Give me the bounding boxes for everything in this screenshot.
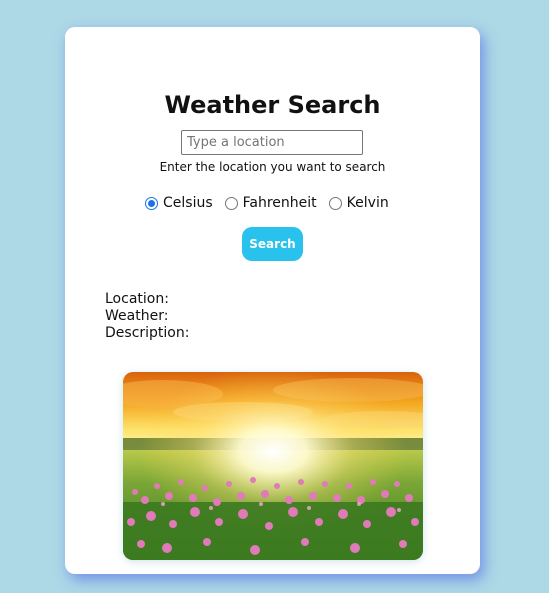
unit-option-celsius[interactable]: Celsius bbox=[145, 195, 213, 211]
weather-result: Weather: bbox=[105, 308, 169, 324]
description-result: Description: bbox=[105, 325, 190, 341]
fahrenheit-radio[interactable] bbox=[224, 196, 238, 210]
unit-option-kelvin[interactable]: Kelvin bbox=[328, 195, 389, 211]
unit-option-fahrenheit[interactable]: Fahrenheit bbox=[224, 195, 317, 211]
weather-card: Weather Search Enter the location you wa… bbox=[65, 27, 480, 574]
unit-selector: Celsius Fahrenheit Kelvin bbox=[145, 193, 401, 213]
fahrenheit-label: Fahrenheit bbox=[242, 195, 317, 211]
location-result: Location: bbox=[105, 291, 169, 307]
weather-results: Location: Weather: Description: bbox=[105, 291, 189, 342]
kelvin-label: Kelvin bbox=[346, 195, 389, 211]
location-hint: Enter the location you want to search bbox=[159, 160, 386, 174]
sunset-meadow-image bbox=[123, 372, 423, 560]
weather-image bbox=[123, 372, 423, 560]
search-button[interactable]: Search bbox=[242, 227, 303, 261]
location-input[interactable] bbox=[181, 130, 363, 155]
celsius-radio[interactable] bbox=[145, 196, 158, 210]
page-title: Weather Search bbox=[164, 91, 381, 119]
celsius-label: Celsius bbox=[163, 195, 213, 211]
kelvin-radio[interactable] bbox=[328, 196, 342, 210]
